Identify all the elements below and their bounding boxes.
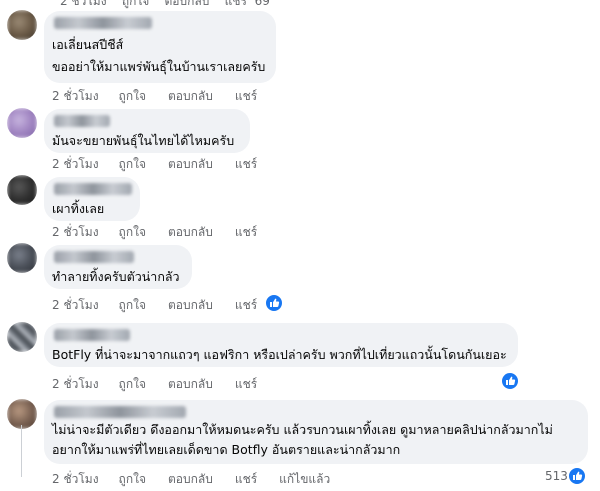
reply-link[interactable]: ตอบกลับ — [168, 89, 213, 103]
like-link[interactable]: ถูกใจ — [119, 298, 146, 312]
commenter-name-blurred[interactable] — [54, 251, 134, 263]
avatar[interactable] — [7, 108, 37, 138]
like-link[interactable]: ถูกใจ — [122, 0, 149, 8]
reply-link[interactable]: ตอบกลับ — [168, 472, 213, 486]
time-label[interactable]: 2 ชั่วโมง — [52, 157, 99, 171]
reply-link[interactable]: ตอบกลับ — [168, 157, 213, 171]
comment-bubble: เผาทิ้งเลย — [44, 177, 140, 221]
commenter-name-blurred[interactable] — [54, 115, 110, 127]
avatar[interactable] — [7, 243, 37, 273]
like-reaction-icon[interactable] — [567, 466, 587, 486]
share-link[interactable]: แชร์ — [235, 377, 257, 391]
comment-text: อยากให้มาแพร่ที่ไทยเลยเด็ดขาด Botfly อัน… — [52, 442, 401, 457]
comment-bubble: BotFly ที่น่าจะมาจากแถวๆ แอฟริกา หรือเปล… — [44, 323, 518, 367]
commenter-name-blurred[interactable] — [54, 183, 132, 195]
time-label[interactable]: 2 ชั่วโมง — [52, 377, 99, 391]
avatar[interactable] — [7, 322, 37, 352]
time-label: 2 ชั่วโมง — [60, 0, 107, 8]
comment-text: ทำลายทิ้งครับตัวน่ากลัว — [52, 269, 180, 284]
comment-text: เผาทิ้งเลย — [52, 201, 105, 216]
comment-bubble: ทำลายทิ้งครับตัวน่ากลัว — [44, 245, 192, 289]
share-link[interactable]: แชร์ — [235, 89, 257, 103]
time-label[interactable]: 2 ชั่วโมง — [52, 298, 99, 312]
edited-label[interactable]: แก้ไขแล้ว — [279, 472, 330, 486]
reply-thread-line — [21, 425, 22, 477]
reaction-count: 69 — [254, 0, 270, 8]
reaction-count[interactable]: 513 — [545, 469, 568, 483]
comment-bubble: ไม่น่าจะมีตัวเดียว ดึงออกมาให้หมดนะครับ … — [44, 400, 588, 464]
comment-bubble: มันจะขยายพันธุ์ในไทยได้ไหมครับ — [44, 109, 250, 153]
like-reaction-icon[interactable] — [500, 371, 520, 391]
like-link[interactable]: ถูกใจ — [119, 157, 146, 171]
reply-link[interactable]: ตอบกลับ — [168, 377, 213, 391]
avatar[interactable] — [7, 399, 37, 429]
comment-text: ไม่น่าจะมีตัวเดียว ดึงออกมาให้หมดนะครับ … — [52, 422, 553, 437]
like-link[interactable]: ถูกใจ — [119, 377, 146, 391]
reply-link[interactable]: ตอบกลับ — [168, 225, 213, 239]
like-reaction-icon[interactable] — [264, 293, 284, 313]
time-label[interactable]: 2 ชั่วโมง — [52, 225, 99, 239]
commenter-name-blurred[interactable] — [54, 17, 152, 29]
previous-comment-actions: 2 ชั่วโมง ถูกใจ ตอบกลับ แชร์ 69 — [60, 0, 270, 11]
reply-link[interactable]: ตอบกลับ — [168, 298, 213, 312]
comment-actions: 2 ชั่วโมง ถูกใจ ตอบกลับ แชร์ — [52, 296, 279, 315]
comment-actions: 2 ชั่วโมง ถูกใจ ตอบกลับ แชร์ — [52, 375, 279, 394]
comment-text: เอเลี่ยนสปีชีส์ — [52, 37, 124, 52]
comment-actions: 2 ชั่วโมง ถูกใจ ตอบกลับ แชร์ — [52, 223, 279, 242]
commenter-name-blurred[interactable] — [54, 406, 186, 418]
comment-text: ขออย่าให้มาแพร่พันธุ์ในบ้านเราเลยครับ — [52, 59, 266, 74]
comment-bubble: เอเลี่ยนสปีชีส์ ขออย่าให้มาแพร่พันธุ์ในบ… — [44, 11, 276, 83]
avatar[interactable] — [7, 10, 37, 40]
time-label[interactable]: 2 ชั่วโมง — [52, 472, 99, 486]
share-link[interactable]: แชร์ — [235, 225, 257, 239]
comment-actions: 2 ชั่วโมง ถูกใจ ตอบกลับ แชร์ — [52, 155, 279, 174]
like-link[interactable]: ถูกใจ — [119, 89, 146, 103]
comment-text: BotFly ที่น่าจะมาจากแถวๆ แอฟริกา หรือเปล… — [52, 347, 507, 362]
comment-actions: 2 ชั่วโมง ถูกใจ ตอบกลับ แชร์ — [52, 87, 279, 106]
avatar[interactable] — [7, 175, 37, 205]
time-label[interactable]: 2 ชั่วโมง — [52, 89, 99, 103]
share-link[interactable]: แชร์ — [235, 472, 257, 486]
like-link[interactable]: ถูกใจ — [119, 472, 146, 486]
like-link[interactable]: ถูกใจ — [119, 225, 146, 239]
share-link[interactable]: แชร์ — [225, 0, 247, 8]
comment-actions: 2 ชั่วโมง ถูกใจ ตอบกลับ แชร์ แก้ไขแล้ว — [52, 470, 352, 489]
comment-text: มันจะขยายพันธุ์ในไทยได้ไหมครับ — [52, 133, 235, 148]
share-link[interactable]: แชร์ — [235, 157, 257, 171]
reply-link[interactable]: ตอบกลับ — [165, 0, 210, 8]
commenter-name-blurred[interactable] — [54, 329, 130, 341]
share-link[interactable]: แชร์ — [235, 298, 257, 312]
